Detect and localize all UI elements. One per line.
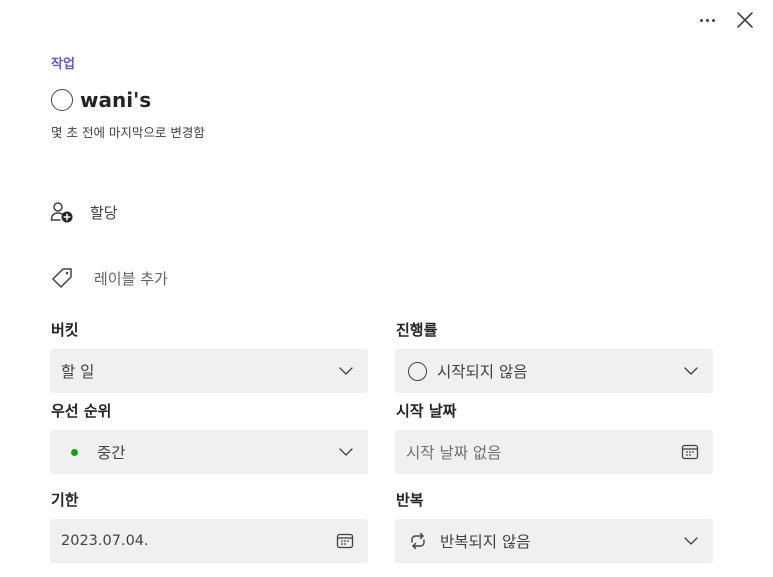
task-title[interactable]: wani's	[80, 88, 151, 112]
due-date-label: 기한	[51, 491, 79, 509]
chevron-down-icon	[339, 448, 353, 456]
priority-value: 중간	[97, 444, 126, 462]
bucket-label: 버킷	[51, 321, 79, 339]
chevron-down-icon	[684, 537, 698, 545]
close-icon	[737, 12, 753, 28]
progress-value: 시작되지 않음	[437, 363, 528, 381]
not-started-icon	[408, 361, 427, 381]
assign-button[interactable]: 할당	[50, 198, 118, 226]
priority-dropdown[interactable]: 중간	[50, 430, 368, 474]
last-modified-text: 몇 초 전에 마지막으로 변경함	[51, 125, 205, 140]
task-title-row: wani's	[51, 86, 151, 114]
more-horizontal-icon	[699, 18, 703, 22]
person-add-icon	[50, 202, 73, 223]
add-label-text: 레이블 추가	[94, 269, 168, 288]
add-label-button[interactable]: 레이블 추가	[50, 264, 168, 292]
start-date-field[interactable]: 시작 날짜 없음	[395, 430, 713, 474]
priority-label: 우선 순위	[51, 402, 112, 420]
section-label: 작업	[51, 57, 75, 72]
assign-label: 할당	[90, 203, 118, 222]
start-date-label: 시작 날짜	[396, 402, 457, 420]
close-button[interactable]	[733, 8, 757, 32]
bucket-value: 할 일	[61, 363, 95, 381]
progress-label: 진행률	[396, 321, 438, 339]
calendar-icon[interactable]	[336, 532, 354, 550]
repeat-dropdown[interactable]: 반복되지 않음	[395, 519, 713, 563]
panel-topbar	[0, 0, 773, 40]
progress-dropdown[interactable]: 시작되지 않음	[395, 349, 713, 393]
bucket-dropdown[interactable]: 할 일	[50, 349, 368, 393]
more-options-button[interactable]	[690, 8, 724, 32]
chevron-down-icon	[339, 367, 353, 375]
priority-dot-icon	[71, 448, 78, 456]
tag-icon	[52, 268, 72, 288]
start-date-placeholder: 시작 날짜 없음	[406, 444, 502, 462]
due-date-value: 2023.07.04.	[61, 533, 149, 549]
repeat-value: 반복되지 않음	[440, 533, 531, 551]
chevron-down-icon	[684, 367, 698, 375]
repeat-label: 반복	[396, 491, 424, 509]
complete-task-checkbox[interactable]	[51, 89, 73, 111]
calendar-icon[interactable]	[681, 443, 699, 461]
repeat-icon	[411, 532, 425, 550]
due-date-field[interactable]: 2023.07.04.	[50, 519, 368, 563]
